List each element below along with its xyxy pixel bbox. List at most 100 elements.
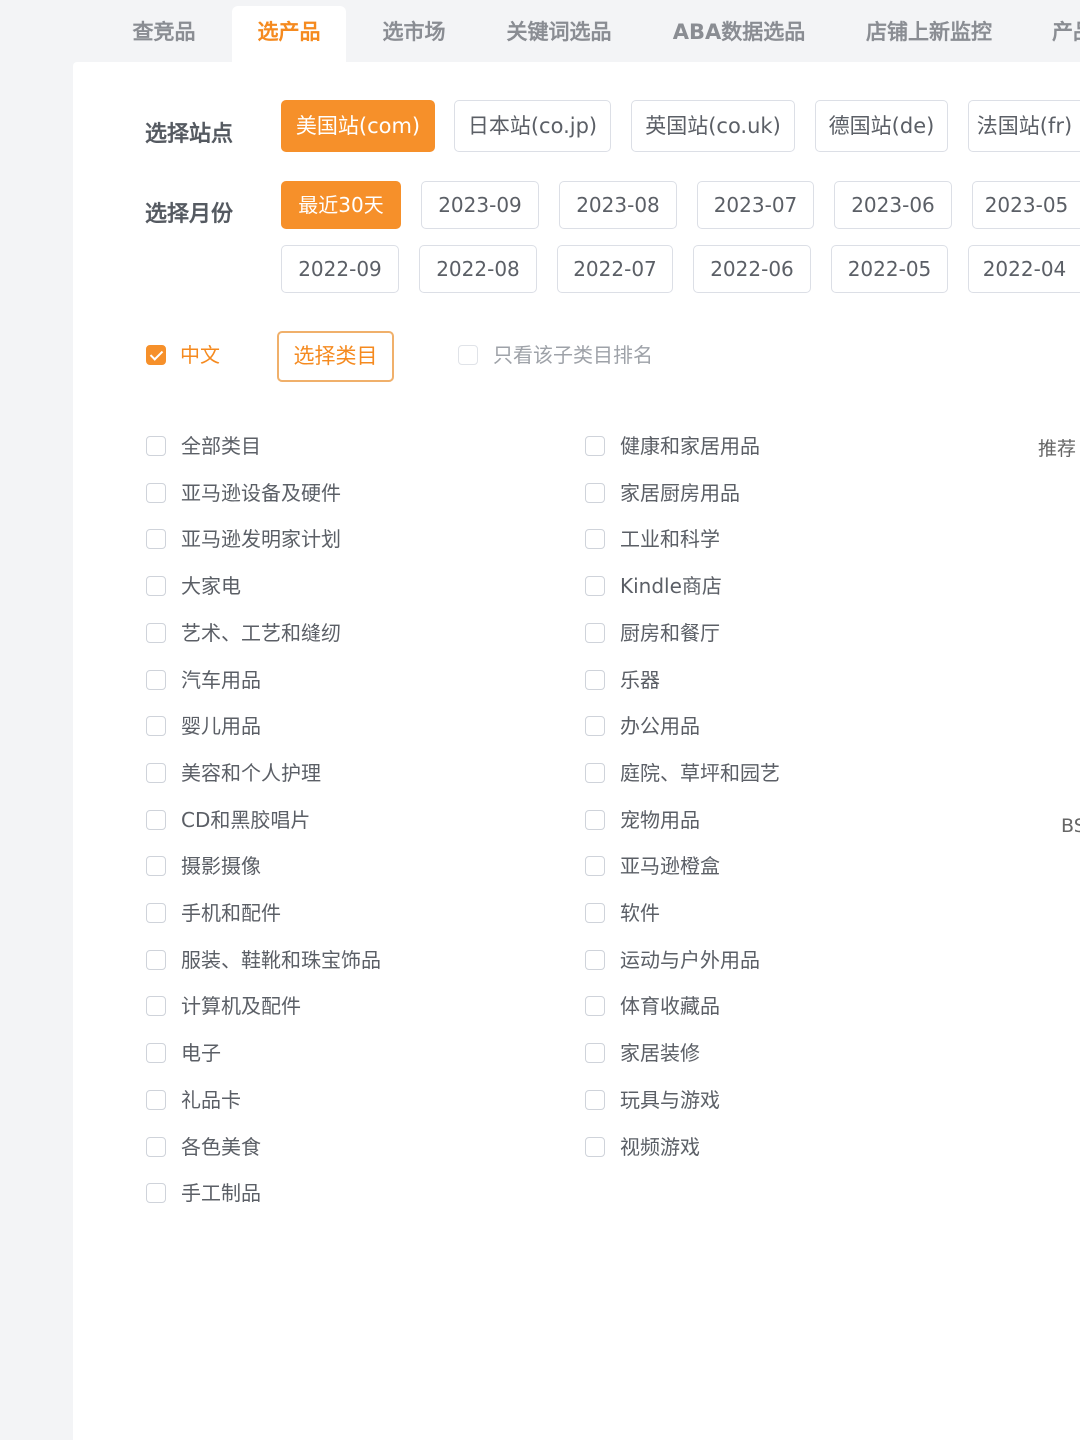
- category-checkbox[interactable]: [146, 762, 166, 783]
- category-checkbox[interactable]: [585, 1136, 605, 1157]
- category-checkbox[interactable]: [146, 622, 166, 643]
- category-label[interactable]: CD和黑胶唱片: [181, 808, 310, 832]
- month-chip-2022-08[interactable]: 2022-08: [419, 245, 537, 293]
- category-label[interactable]: 全部类目: [181, 434, 261, 458]
- category-checkbox[interactable]: [146, 716, 166, 737]
- category-label[interactable]: 运动与户外用品: [620, 948, 760, 972]
- category-label[interactable]: 庭院、草坪和园艺: [620, 761, 780, 785]
- month-chip-2023-05[interactable]: 2023-05: [972, 181, 1080, 229]
- month-chip-2022-07[interactable]: 2022-07: [557, 245, 673, 293]
- month-chip-2022-09[interactable]: 2022-09: [281, 245, 399, 293]
- top-tab-bar: 查竞品 选产品 选市场 关键词选品 ABA数据选品 店铺上新监控 产品: [0, 0, 1080, 64]
- category-checkbox[interactable]: [585, 856, 605, 877]
- category-checkbox[interactable]: [146, 529, 166, 550]
- category-label[interactable]: 婴儿用品: [181, 714, 261, 738]
- category-label[interactable]: 美容和个人护理: [181, 761, 321, 785]
- category-checkbox[interactable]: [585, 576, 605, 597]
- category-label[interactable]: 服装、鞋靴和珠宝饰品: [181, 948, 381, 972]
- site-de-chip[interactable]: 德国站(de): [815, 100, 948, 152]
- month-chip-2023-06[interactable]: 2023-06: [834, 181, 952, 229]
- category-checkbox[interactable]: [146, 856, 166, 877]
- category-checkbox[interactable]: [585, 622, 605, 643]
- category-checkbox[interactable]: [585, 1089, 605, 1110]
- category-label[interactable]: 办公用品: [620, 714, 700, 738]
- bs-label: BS: [1061, 815, 1080, 837]
- category-checkbox[interactable]: [146, 809, 166, 830]
- category-checkbox[interactable]: [146, 996, 166, 1017]
- category-label[interactable]: 汽车用品: [181, 668, 261, 692]
- tab-product-select[interactable]: 选产品: [232, 6, 346, 62]
- category-label[interactable]: 乐器: [620, 668, 660, 692]
- category-label[interactable]: 视频游戏: [620, 1135, 700, 1159]
- category-label[interactable]: 电子: [181, 1041, 221, 1065]
- month-chip-2023-07[interactable]: 2023-07: [697, 181, 814, 229]
- category-label[interactable]: 厨房和餐厅: [620, 621, 720, 645]
- category-checkbox[interactable]: [146, 669, 166, 690]
- category-label[interactable]: 家居厨房用品: [620, 481, 740, 505]
- category-checkbox[interactable]: [585, 1043, 605, 1064]
- category-checkbox[interactable]: [585, 809, 605, 830]
- category-label[interactable]: 礼品卡: [181, 1088, 241, 1112]
- site-label: 选择站点: [145, 122, 234, 147]
- category-checkbox[interactable]: [585, 996, 605, 1017]
- category-label[interactable]: 艺术、工艺和缝纫: [181, 621, 341, 645]
- month-chip-2023-08[interactable]: 2023-08: [559, 181, 677, 229]
- recommend-label: 推荐: [1038, 438, 1077, 460]
- category-label[interactable]: 宠物用品: [620, 808, 700, 832]
- tab-product-more[interactable]: 产品: [1052, 6, 1080, 62]
- site-us-chip[interactable]: 美国站(com): [281, 100, 435, 152]
- subcategory-only-checkbox[interactable]: [458, 345, 478, 365]
- subcategory-only-label[interactable]: 只看该子类目排名: [493, 343, 653, 367]
- category-checkbox[interactable]: [585, 762, 605, 783]
- category-checkbox[interactable]: [146, 482, 166, 503]
- site-fr-chip[interactable]: 法国站(fr): [968, 100, 1080, 152]
- chinese-label[interactable]: 中文: [180, 343, 220, 367]
- category-checkbox[interactable]: [585, 716, 605, 737]
- tab-keyword[interactable]: 关键词选品: [490, 6, 628, 62]
- category-checkbox[interactable]: [585, 949, 605, 970]
- category-label[interactable]: 体育收藏品: [620, 994, 720, 1018]
- category-label[interactable]: 家居装修: [620, 1041, 700, 1065]
- category-label[interactable]: 亚马逊橙盒: [620, 854, 720, 878]
- category-checkbox[interactable]: [146, 949, 166, 970]
- category-checkbox[interactable]: [146, 1136, 166, 1157]
- site-jp-chip[interactable]: 日本站(co.jp): [454, 100, 611, 152]
- category-label[interactable]: 各色美食: [181, 1135, 261, 1159]
- tab-competitor[interactable]: 查竞品: [112, 6, 216, 62]
- category-checkbox[interactable]: [146, 436, 166, 456]
- month-chip-2023-09[interactable]: 2023-09: [421, 181, 539, 229]
- category-checkbox[interactable]: [146, 1089, 166, 1110]
- month-chip-2022-06[interactable]: 2022-06: [693, 245, 811, 293]
- category-label[interactable]: 工业和科学: [620, 527, 720, 551]
- category-label[interactable]: 手机和配件: [181, 901, 281, 925]
- category-label[interactable]: 健康和家居用品: [620, 434, 760, 458]
- category-label[interactable]: 摄影摄像: [181, 854, 261, 878]
- category-label[interactable]: Kindle商店: [620, 574, 722, 598]
- month-label: 选择月份: [145, 202, 234, 227]
- category-checkbox[interactable]: [585, 903, 605, 923]
- category-checkbox[interactable]: [146, 576, 166, 597]
- category-label[interactable]: 玩具与游戏: [620, 1088, 720, 1112]
- category-label[interactable]: 亚马逊发明家计划: [181, 527, 341, 551]
- category-label[interactable]: 手工制品: [181, 1181, 261, 1205]
- site-uk-chip[interactable]: 英国站(co.uk): [631, 100, 795, 152]
- tab-aba[interactable]: ABA数据选品: [662, 6, 816, 62]
- category-label[interactable]: 计算机及配件: [181, 994, 301, 1018]
- category-checkbox[interactable]: [146, 1183, 166, 1204]
- month-last30-chip[interactable]: 最近30天: [281, 181, 401, 229]
- category-checkbox[interactable]: [146, 903, 166, 923]
- tab-market[interactable]: 选市场: [362, 6, 466, 62]
- category-checkbox[interactable]: [585, 436, 605, 456]
- category-label[interactable]: 软件: [620, 901, 660, 925]
- tab-store-monitor[interactable]: 店铺上新监控: [850, 6, 1008, 62]
- category-checkbox[interactable]: [585, 669, 605, 690]
- select-category-button[interactable]: 选择类目: [277, 331, 394, 382]
- category-checkbox[interactable]: [146, 1043, 166, 1064]
- category-checkbox[interactable]: [585, 482, 605, 503]
- category-label[interactable]: 亚马逊设备及硬件: [181, 481, 341, 505]
- month-chip-2022-04[interactable]: 2022-04: [968, 245, 1080, 293]
- category-label[interactable]: 大家电: [181, 574, 241, 598]
- chinese-checkbox[interactable]: [146, 345, 166, 365]
- month-chip-2022-05[interactable]: 2022-05: [831, 245, 948, 293]
- category-checkbox[interactable]: [585, 529, 605, 550]
